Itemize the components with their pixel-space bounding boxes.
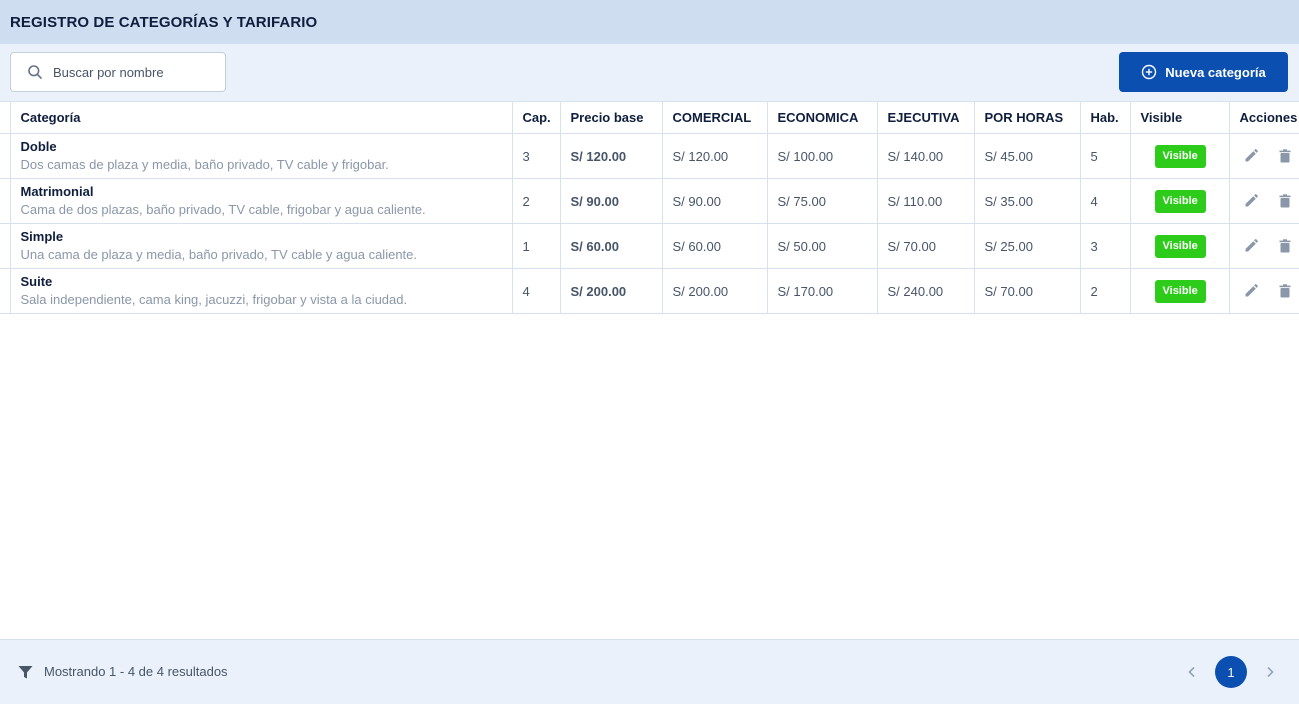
new-category-label: Nueva categoría [1165, 64, 1266, 80]
toolbar: Nueva categoría [0, 44, 1299, 101]
chevron-left-icon [1188, 666, 1195, 678]
visible-badge[interactable]: Visible [1154, 144, 1206, 168]
actions-cell [1229, 178, 1299, 224]
pencil-icon[interactable] [1243, 283, 1259, 299]
category-cell: Simple Una cama de plaza y media, baño p… [10, 223, 513, 269]
trash-icon[interactable] [1277, 238, 1293, 254]
table-row[interactable]: 3 Simple Una cama de plaza y media, baño… [0, 223, 1299, 269]
col-header-economica[interactable]: ECONOMICA [767, 101, 878, 134]
visible-cell: Visible [1130, 223, 1230, 269]
col-header-base-price[interactable]: Precio base [560, 101, 663, 134]
row-number: 3 [0, 223, 11, 269]
col-header-hab[interactable]: Hab. [1080, 101, 1131, 134]
visible-cell: Visible [1130, 133, 1230, 179]
plus-circle-icon [1142, 64, 1157, 80]
base-price: S/ 60.00 [560, 223, 663, 269]
col-header-cap[interactable]: Cap. [512, 101, 561, 134]
visible-cell: Visible [1130, 268, 1230, 314]
search-input[interactable] [53, 64, 213, 80]
category-cell: Matrimonial Cama de dos plazas, baño pri… [10, 178, 513, 224]
base-price: S/ 200.00 [560, 268, 663, 314]
actions-cell [1229, 223, 1299, 269]
base-price: S/ 90.00 [560, 178, 663, 224]
category-cell: Doble Dos camas de plaza y media, baño p… [10, 133, 513, 179]
price-comercial: S/ 120.00 [662, 133, 768, 179]
filter-icon[interactable] [18, 665, 33, 680]
visible-badge[interactable]: Visible [1154, 234, 1206, 258]
page-title: REGISTRO DE CATEGORÍAS Y TARIFARIO [10, 13, 318, 31]
price-ejecutiva: S/ 110.00 [877, 178, 975, 224]
actions-cell [1229, 133, 1299, 179]
capacity: 4 [512, 268, 561, 314]
row-number: 1 [0, 133, 11, 179]
row-number: 2 [0, 178, 11, 224]
new-category-button[interactable]: Nueva categoría [1119, 52, 1288, 92]
base-price: S/ 120.00 [560, 133, 663, 179]
pencil-icon[interactable] [1243, 193, 1259, 209]
category-name: Doble [20, 139, 57, 154]
rooms-count: 2 [1080, 268, 1131, 314]
col-header-ejecutiva[interactable]: EJECUTIVA [877, 101, 975, 134]
col-header-por-horas[interactable]: POR HORAS [974, 101, 1081, 134]
page-button-1[interactable]: 1 [1215, 656, 1247, 688]
category-description: Sala independiente, cama king, jacuzzi, … [20, 292, 408, 307]
visible-cell: Visible [1130, 178, 1230, 224]
categories-table: # Categoría Cap. Precio base COMERCIAL E… [0, 101, 1299, 314]
table-row[interactable]: 1 Doble Dos camas de plaza y media, baño… [0, 133, 1299, 179]
col-header-actions: Acciones [1229, 101, 1299, 134]
category-name: Matrimonial [20, 184, 94, 199]
price-comercial: S/ 60.00 [662, 223, 768, 269]
price-ejecutiva: S/ 240.00 [877, 268, 975, 314]
pencil-icon[interactable] [1243, 238, 1259, 254]
table-row[interactable]: 4 Suite Sala independiente, cama king, j… [0, 268, 1299, 314]
table-footer: Mostrando 1 - 4 de 4 resultados 1 [0, 639, 1299, 704]
category-description: Dos camas de plaza y media, baño privado… [20, 157, 389, 172]
price-economica: S/ 170.00 [767, 268, 878, 314]
capacity: 3 [512, 133, 561, 179]
price-ejecutiva: S/ 70.00 [877, 223, 975, 269]
category-description: Una cama de plaza y media, baño privado,… [20, 247, 418, 262]
capacity: 2 [512, 178, 561, 224]
price-economica: S/ 50.00 [767, 223, 878, 269]
table-row[interactable]: 2 Matrimonial Cama de dos plazas, baño p… [0, 178, 1299, 224]
trash-icon[interactable] [1277, 193, 1293, 209]
price-por-horas: S/ 35.00 [974, 178, 1081, 224]
rooms-count: 4 [1080, 178, 1131, 224]
price-economica: S/ 100.00 [767, 133, 878, 179]
price-comercial: S/ 90.00 [662, 178, 768, 224]
title-bar: REGISTRO DE CATEGORÍAS Y TARIFARIO [0, 0, 1299, 44]
trash-icon[interactable] [1277, 148, 1293, 164]
col-header-comercial[interactable]: COMERCIAL [662, 101, 768, 134]
visible-badge[interactable]: Visible [1154, 189, 1206, 213]
search-box[interactable] [10, 52, 226, 92]
col-header-num[interactable]: # [0, 101, 11, 134]
rooms-count: 5 [1080, 133, 1131, 179]
trash-icon[interactable] [1277, 283, 1293, 299]
results-summary: Mostrando 1 - 4 de 4 resultados [44, 664, 228, 679]
price-ejecutiva: S/ 140.00 [877, 133, 975, 179]
price-comercial: S/ 200.00 [662, 268, 768, 314]
next-page-button[interactable] [1261, 663, 1279, 681]
price-por-horas: S/ 25.00 [974, 223, 1081, 269]
row-number: 4 [0, 268, 11, 314]
pagination: 1 [1183, 656, 1279, 688]
category-name: Suite [20, 274, 53, 289]
category-description: Cama de dos plazas, baño privado, TV cab… [20, 202, 426, 217]
pencil-icon[interactable] [1243, 148, 1259, 164]
visible-badge[interactable]: Visible [1154, 279, 1206, 303]
capacity: 1 [512, 223, 561, 269]
prev-page-button[interactable] [1183, 663, 1201, 681]
category-cell: Suite Sala independiente, cama king, jac… [10, 268, 513, 314]
actions-cell [1229, 268, 1299, 314]
rooms-count: 3 [1080, 223, 1131, 269]
search-icon [28, 65, 42, 79]
chevron-right-icon [1267, 666, 1274, 678]
col-header-visible[interactable]: Visible [1130, 101, 1230, 134]
price-por-horas: S/ 45.00 [974, 133, 1081, 179]
category-name: Simple [20, 229, 64, 244]
col-header-category[interactable]: Categoría [10, 101, 513, 134]
table-header-row: # Categoría Cap. Precio base COMERCIAL E… [0, 101, 1299, 134]
price-por-horas: S/ 70.00 [974, 268, 1081, 314]
price-economica: S/ 75.00 [767, 178, 878, 224]
